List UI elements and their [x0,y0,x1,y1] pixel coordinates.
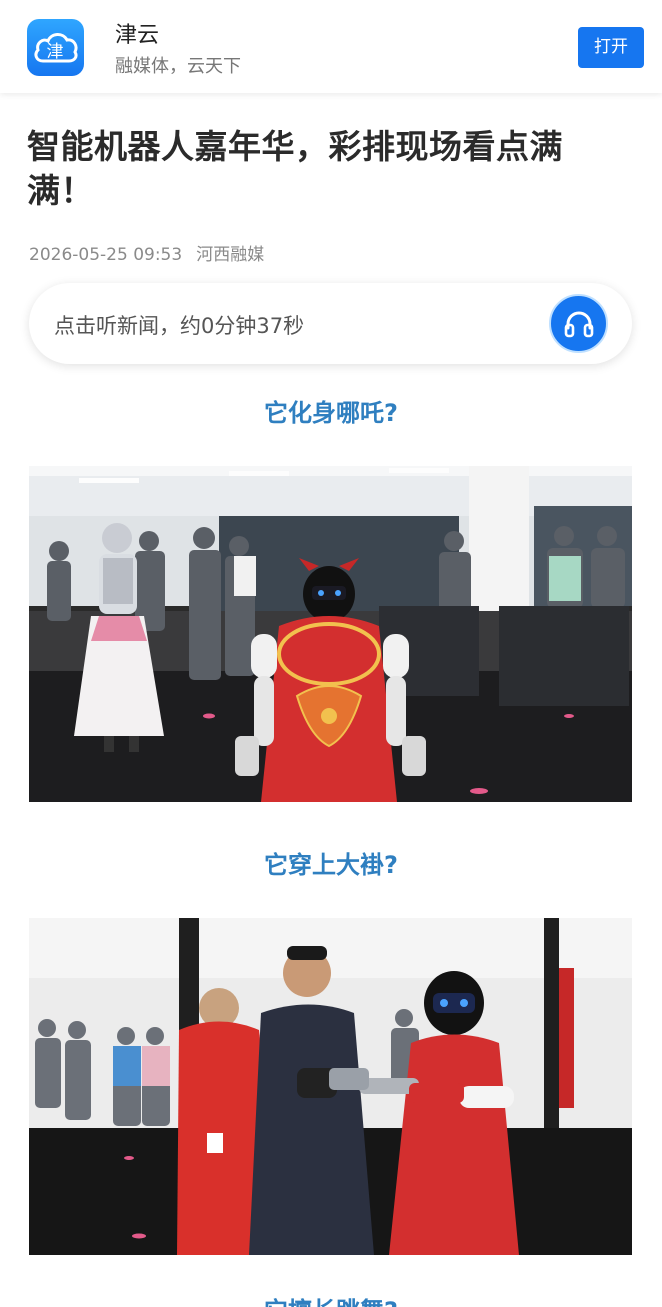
listen-news-bar[interactable]: 点击听新闻，约0分钟37秒 [29,283,632,364]
article-meta: 2026-05-25 09:53 河西融媒 [29,240,264,265]
page: 津 津云 融媒体，云天下 打开 智能机器人嘉年华，彩排现场看点满满！ 2026-… [0,0,662,1307]
app-logo: 津 [27,19,84,76]
section-heading-1: 它化身哪吒? [264,399,398,427]
app-name: 津云 [115,23,160,48]
article-title: 智能机器人嘉年华，彩排现场看点满满！ [27,127,563,210]
app-header: 津 津云 融媒体，云天下 打开 [0,0,662,93]
cloud-icon: 津 [34,33,78,63]
photo-crosstalk-robot [29,918,632,1255]
headphones-icon [564,311,594,338]
app-slogan: 融媒体，云天下 [115,56,241,77]
article-source: 河西融媒 [196,245,265,265]
section-heading-3: 它擅长跳舞? [0,1291,662,1307]
section-heading-2: 它穿上大褂? [264,851,398,879]
publish-date: 2026-05-25 09:53 [29,245,183,265]
svg-text:津: 津 [47,42,64,62]
photo-nezha-robot [29,466,632,802]
open-app-button[interactable]: 打开 [578,27,644,68]
listen-news-text: 点击听新闻，约0分钟37秒 [54,314,305,338]
listen-play-button[interactable] [549,294,608,353]
